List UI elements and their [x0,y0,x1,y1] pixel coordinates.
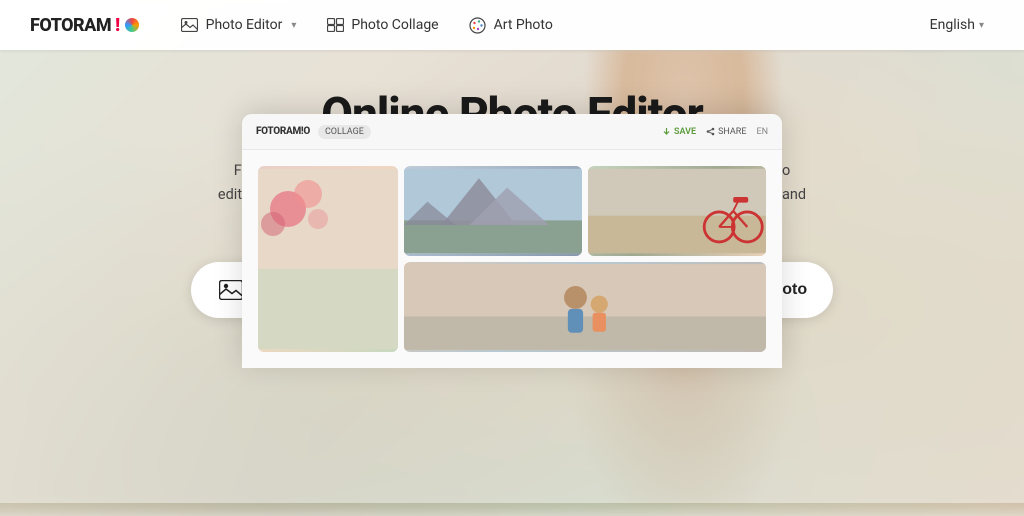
preview-save[interactable]: SAVE [662,127,696,137]
logo-icon [125,18,139,32]
nav-item-photo-collage[interactable]: Photo Collage [314,10,450,40]
preview-image-1 [258,166,398,352]
preview-body [242,150,782,368]
logo[interactable]: FOTORAM! [30,15,139,36]
nav-art-photo-label: Art Photo [494,17,553,33]
palette-icon [469,16,487,34]
preview-actions: SAVE SHARE EN [662,127,768,137]
preview-image-2 [404,166,582,256]
language-selector[interactable]: English ▾ [920,11,994,39]
nav-item-photo-editor[interactable]: Photo Editor ▾ [169,10,309,40]
nav-item-art-photo[interactable]: Art Photo [457,10,565,40]
chevron-down-icon: ▾ [291,20,296,31]
nav-links: Photo Editor ▾ Photo Collage [169,10,920,40]
nav-photo-editor-label: Photo Editor [206,17,283,33]
collage-icon [326,16,344,34]
preview-topbar: FOTORAM!O COLLAGE SAVE SHARE EN [242,114,782,150]
nav-photo-collage-label: Photo Collage [351,17,438,33]
logo-exclaim: ! [115,15,119,36]
preview-logo: FOTORAM!O [256,126,310,137]
image-icon [181,16,199,34]
preview-image-3 [588,166,766,256]
navigation: FOTORAM! Photo Editor ▾ [0,0,1024,50]
image-cta-icon [217,276,245,304]
preview-image-4 [404,262,766,352]
language-chevron-icon: ▾ [979,20,984,31]
preview-tag: COLLAGE [318,125,371,139]
preview-share[interactable]: SHARE [706,127,746,137]
hero-content: Online Photo Editor Fotoramio is a free … [0,50,1024,348]
preview-lang: EN [756,127,768,137]
logo-text: FOTORAM [30,15,111,36]
preview-card: FOTORAM!O COLLAGE SAVE SHARE EN [242,114,782,368]
language-label: English [930,17,975,33]
